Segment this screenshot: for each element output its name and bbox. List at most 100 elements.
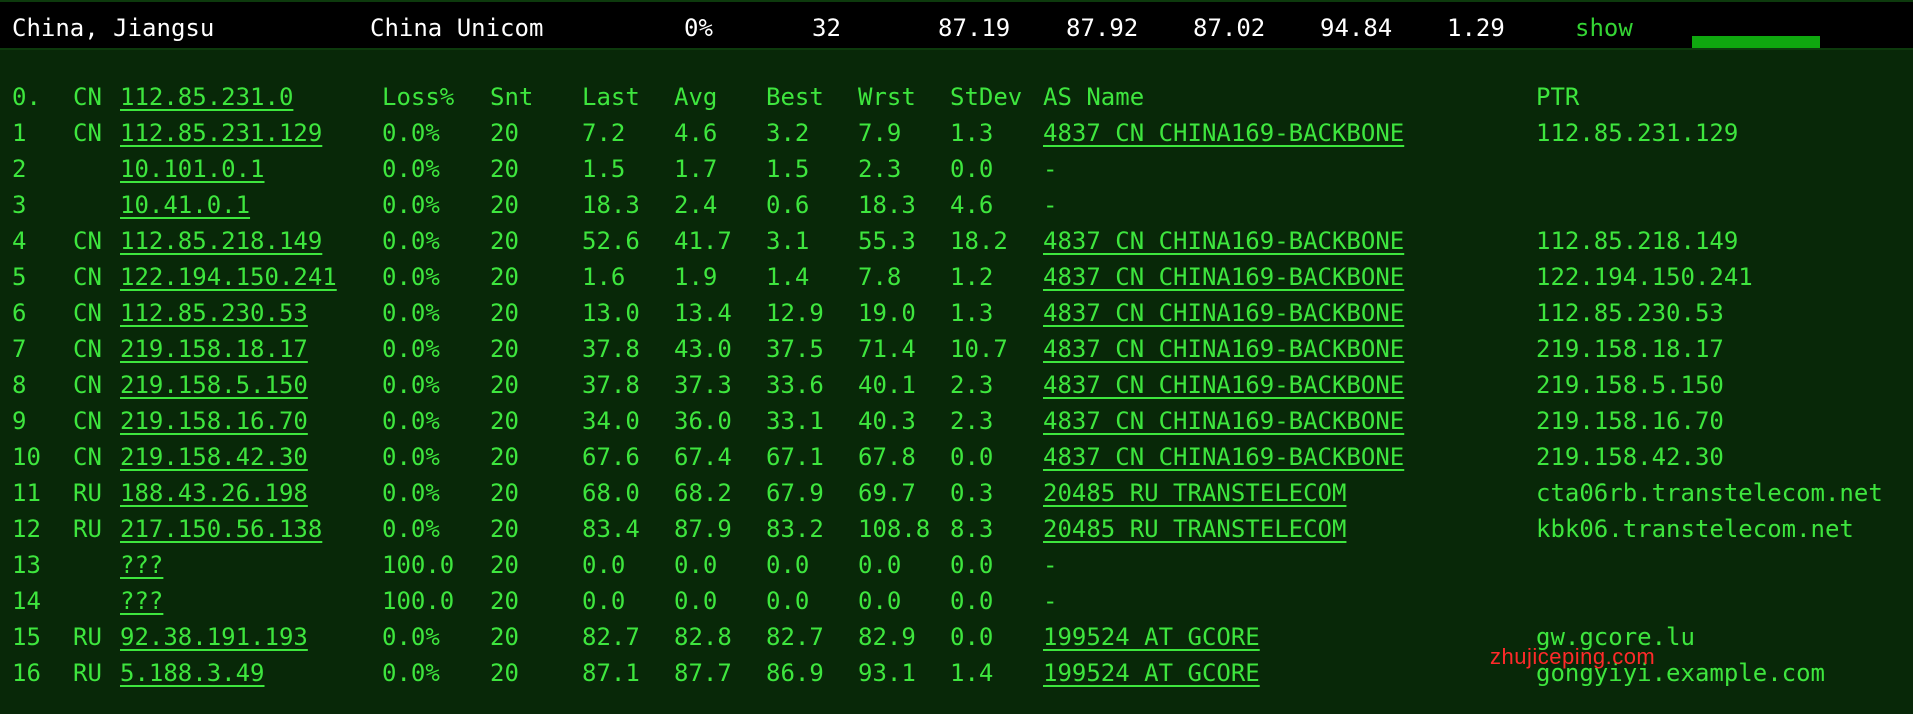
- host-link[interactable]: 219.158.5.150: [120, 367, 308, 403]
- sent-value: 20: [490, 263, 519, 291]
- last-value: 1.6: [582, 263, 626, 291]
- loss-value: 100.0: [382, 551, 455, 579]
- worst-value: 40.1: [858, 371, 916, 399]
- best-value: 33.6: [766, 371, 824, 399]
- host-link[interactable]: 10.101.0.1: [120, 151, 265, 187]
- host-link[interactable]: ???: [120, 547, 163, 583]
- header-host-link[interactable]: 112.85.231.0: [120, 79, 293, 115]
- host-link[interactable]: 219.158.42.30: [120, 439, 308, 475]
- host-link[interactable]: 112.85.230.53: [120, 295, 308, 331]
- worst-value: 40.3: [858, 407, 916, 435]
- host-link[interactable]: 217.150.56.138: [120, 511, 322, 547]
- sent-value: 20: [490, 479, 519, 507]
- host-link[interactable]: 219.158.18.17: [120, 331, 308, 367]
- as-name-link[interactable]: 4837 CN CHINA169-BACKBONE: [1043, 331, 1404, 367]
- table-header: 0. CN 112.85.231.0 Loss% Snt Last Avg Be…: [0, 79, 1913, 115]
- header-asname: AS Name: [1043, 83, 1145, 111]
- summary-stdev: 1.29: [1447, 14, 1505, 42]
- sent-value: 20: [490, 227, 519, 255]
- as-name-link[interactable]: 20485 RU TRANSTELECOM: [1043, 511, 1346, 547]
- as-name-link[interactable]: 4837 CN CHINA169-BACKBONE: [1043, 367, 1404, 403]
- as-name: -: [1043, 155, 1058, 183]
- ptr-value: 219.158.5.150: [1536, 371, 1724, 399]
- loss-value: 100.0: [382, 587, 455, 615]
- hop-number: 12: [12, 515, 41, 543]
- worst-value: 0.0: [858, 587, 902, 615]
- stdev-value: 1.3: [950, 299, 994, 327]
- as-name-link[interactable]: 4837 CN CHINA169-BACKBONE: [1043, 295, 1404, 331]
- as-name: -: [1043, 587, 1058, 615]
- host-link[interactable]: 112.85.218.149: [120, 223, 322, 259]
- summary-row: China, Jiangsu China Unicom 0% 32 87.19 …: [0, 0, 1913, 50]
- best-value: 67.9: [766, 479, 824, 507]
- table-row: 11 RU 188.43.26.198 0.0% 20 68.0 68.2 67.9 69.7 0…: [0, 475, 1913, 511]
- hop-number: 9: [12, 407, 27, 435]
- ptr-value: 112.85.218.149: [1536, 227, 1739, 255]
- avg-value: 87.9: [674, 515, 732, 543]
- summary-location: China, Jiangsu: [12, 14, 215, 42]
- sent-value: 20: [490, 587, 519, 615]
- host-link[interactable]: 10.41.0.1: [120, 187, 250, 223]
- host-link[interactable]: 92.38.191.193: [120, 619, 308, 655]
- country-code: CN: [73, 263, 102, 291]
- last-value: 1.5: [582, 155, 626, 183]
- stdev-value: 8.3: [950, 515, 994, 543]
- avg-value: 2.4: [674, 191, 718, 219]
- table-row: 7 CN 219.158.18.17 0.0% 20 37.8 43.0 37.5 71.4 10…: [0, 331, 1913, 367]
- country-code: CN: [73, 299, 102, 327]
- country-code: CN: [73, 443, 102, 471]
- host-link[interactable]: 219.158.16.70: [120, 403, 308, 439]
- latency-bar: [1692, 36, 1820, 48]
- table-row: 4 CN 112.85.218.149 0.0% 20 52.6 41.7 3.1 55.3 18…: [0, 223, 1913, 259]
- host-link[interactable]: 5.188.3.49: [120, 655, 265, 691]
- as-name-link[interactable]: 4837 CN CHINA169-BACKBONE: [1043, 259, 1404, 295]
- last-value: 83.4: [582, 515, 640, 543]
- worst-value: 19.0: [858, 299, 916, 327]
- as-name-link[interactable]: 199524 AT GCORE: [1043, 655, 1260, 691]
- as-name-link[interactable]: 4837 CN CHINA169-BACKBONE: [1043, 439, 1404, 475]
- hop-number: 3: [12, 191, 27, 219]
- as-name: -: [1043, 191, 1058, 219]
- summary-sent: 32: [812, 14, 841, 42]
- avg-value: 67.4: [674, 443, 732, 471]
- loss-value: 0.0%: [382, 371, 440, 399]
- loss-value: 0.0%: [382, 659, 440, 687]
- show-link[interactable]: show: [1575, 14, 1633, 42]
- header-cc: CN: [73, 83, 102, 111]
- header-snt: Snt: [490, 83, 534, 111]
- avg-value: 68.2: [674, 479, 732, 507]
- as-name-link[interactable]: 4837 CN CHINA169-BACKBONE: [1043, 115, 1404, 151]
- host-link[interactable]: 112.85.231.129: [120, 115, 322, 151]
- worst-value: 82.9: [858, 623, 916, 651]
- ptr-value: 219.158.18.17: [1536, 335, 1724, 363]
- summary-loss: 0%: [684, 14, 713, 42]
- country-code: RU: [73, 479, 102, 507]
- as-name-link[interactable]: 4837 CN CHINA169-BACKBONE: [1043, 403, 1404, 439]
- loss-value: 0.0%: [382, 407, 440, 435]
- hop-number: 7: [12, 335, 27, 363]
- stdev-value: 0.0: [950, 587, 994, 615]
- host-link[interactable]: 122.194.150.241: [120, 259, 337, 295]
- best-value: 83.2: [766, 515, 824, 543]
- as-name-link[interactable]: 199524 AT GCORE: [1043, 619, 1260, 655]
- hop-number: 16: [12, 659, 41, 687]
- loss-value: 0.0%: [382, 155, 440, 183]
- stdev-value: 1.3: [950, 119, 994, 147]
- last-value: 34.0: [582, 407, 640, 435]
- avg-value: 41.7: [674, 227, 732, 255]
- header-ptr: PTR: [1536, 83, 1580, 111]
- ptr-value: 219.158.16.70: [1536, 407, 1724, 435]
- summary-avg: 87.92: [1066, 14, 1139, 42]
- as-name-link[interactable]: 20485 RU TRANSTELECOM: [1043, 475, 1346, 511]
- ptr-value: kbk06.transtelecom.net: [1536, 515, 1854, 543]
- worst-value: 7.9: [858, 119, 902, 147]
- last-value: 7.2: [582, 119, 626, 147]
- table-row: 6 CN 112.85.230.53 0.0% 20 13.0 13.4 12.9 19.0 1.…: [0, 295, 1913, 331]
- stdev-value: 0.0: [950, 623, 994, 651]
- header-loss: Loss%: [382, 83, 455, 111]
- sent-value: 20: [490, 155, 519, 183]
- host-link[interactable]: 188.43.26.198: [120, 475, 308, 511]
- as-name-link[interactable]: 4837 CN CHINA169-BACKBONE: [1043, 223, 1404, 259]
- best-value: 33.1: [766, 407, 824, 435]
- host-link[interactable]: ???: [120, 583, 163, 619]
